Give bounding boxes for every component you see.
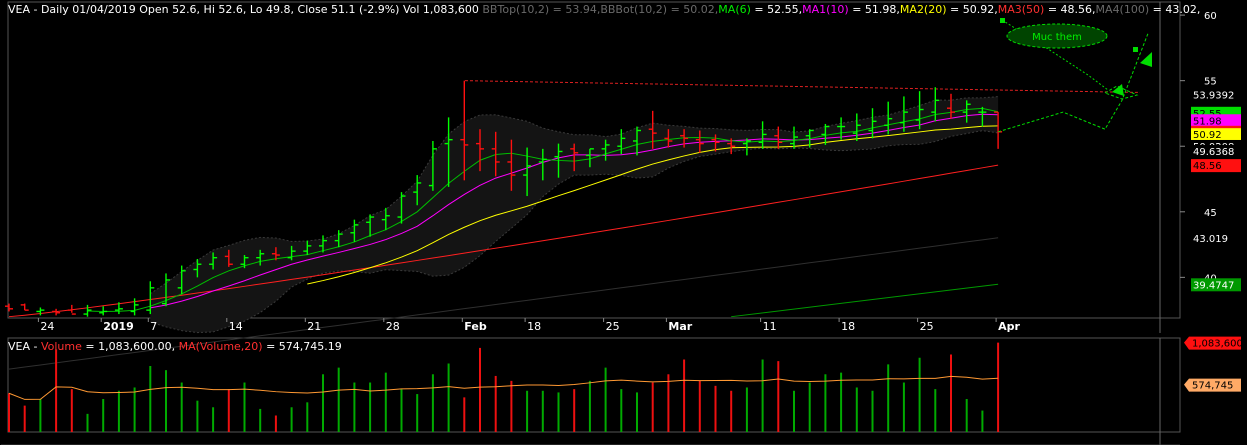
legend-item: = 1,083,600.00,: [82, 340, 179, 353]
x-axis-label: 11: [763, 320, 777, 333]
price-legend: VEA - Daily 01/04/2019 Open 52.6, Hi 52.…: [8, 3, 1200, 16]
price-tag-label: 48.56: [1193, 161, 1222, 172]
volume-tag: 574,745: [1184, 378, 1241, 392]
y-axis-label: 60: [1204, 11, 1217, 22]
x-axis-label: 14: [229, 320, 243, 333]
x-axis-label: 7: [150, 320, 157, 333]
volume-tag: 1,083,600: [1184, 336, 1243, 350]
legend-item: Volume: [41, 340, 82, 353]
x-axis-label: 25: [920, 320, 934, 333]
price-tag: 43.019: [1191, 231, 1241, 245]
legend-item: VEA -: [8, 340, 41, 353]
volume-tag-label: 574,745: [1192, 381, 1233, 392]
x-axis-label: Feb: [464, 320, 487, 333]
legend-item: MA1(10): [802, 3, 849, 16]
x-axis-label: 24: [40, 320, 54, 333]
price-tag: 39.4747: [1191, 278, 1241, 292]
legend-item: BBTop(10,2) = 53.94,: [482, 3, 600, 16]
price-tag-label: 43.019: [1193, 234, 1228, 245]
legend-item: MA3(50): [998, 3, 1045, 16]
legend-item: MA(6): [718, 3, 751, 16]
legend-item: VEA - Daily 01/04/2019 Open 52.6, Hi 52.…: [8, 3, 479, 16]
x-axis-label: 28: [386, 320, 400, 333]
legend-item: = 43.02,: [1149, 3, 1200, 16]
annotation-handle: [1133, 47, 1138, 52]
legend-item: = 52.55,: [751, 3, 802, 16]
volume-tag-label: 1,083,600: [1192, 339, 1243, 350]
amibroker-chart-window: Muc them605550454053.939252.5551.9851.15…: [0, 0, 1247, 445]
x-axis-label: Apr: [998, 320, 1020, 333]
legend-item: = 51.98,: [849, 3, 900, 16]
x-axis-label: 18: [527, 320, 541, 333]
y-axis-label: 45: [1204, 208, 1217, 219]
legend-item: MA4(100): [1096, 3, 1150, 16]
price-tag: 51.98: [1191, 114, 1241, 128]
annotation-handle: [1000, 18, 1005, 23]
x-axis-label: 18: [841, 320, 855, 333]
legend-item: = 50.92,: [947, 3, 998, 16]
x-axis-label: 21: [307, 320, 321, 333]
legend-item: MA2(20): [900, 3, 947, 16]
legend-item: = 574,745.19: [263, 340, 342, 353]
price-tag-label: 39.4747: [1193, 280, 1234, 291]
price-tag-label: 53.9392: [1193, 91, 1234, 102]
y-axis-label: 55: [1204, 77, 1217, 88]
price-tag-label: 49.6368: [1193, 147, 1234, 158]
price-volume-chart[interactable]: Muc them605550454053.939252.5551.9851.15…: [0, 0, 1247, 445]
price-tag-label: 51.98: [1193, 116, 1222, 127]
price-tag: 53.9392: [1191, 88, 1241, 102]
price-tag: 49.6368: [1191, 144, 1241, 158]
x-axis-label: 2019: [103, 320, 134, 333]
x-axis-label: 25: [606, 320, 620, 333]
legend-item: MA(Volume,20): [179, 340, 263, 353]
legend-item: = 48.56,: [1044, 3, 1095, 16]
volume-legend: VEA - Volume = 1,083,600.00, MA(Volume,2…: [8, 340, 342, 353]
price-tag: 50.92: [1191, 128, 1241, 142]
annotation-text: Muc them: [1032, 32, 1082, 43]
legend-item: BBBot(10,2) = 50.02,: [600, 3, 718, 16]
price-tag: 48.56: [1191, 159, 1241, 173]
price-tag-label: 50.92: [1193, 130, 1222, 141]
x-axis-label: Mar: [668, 320, 692, 333]
